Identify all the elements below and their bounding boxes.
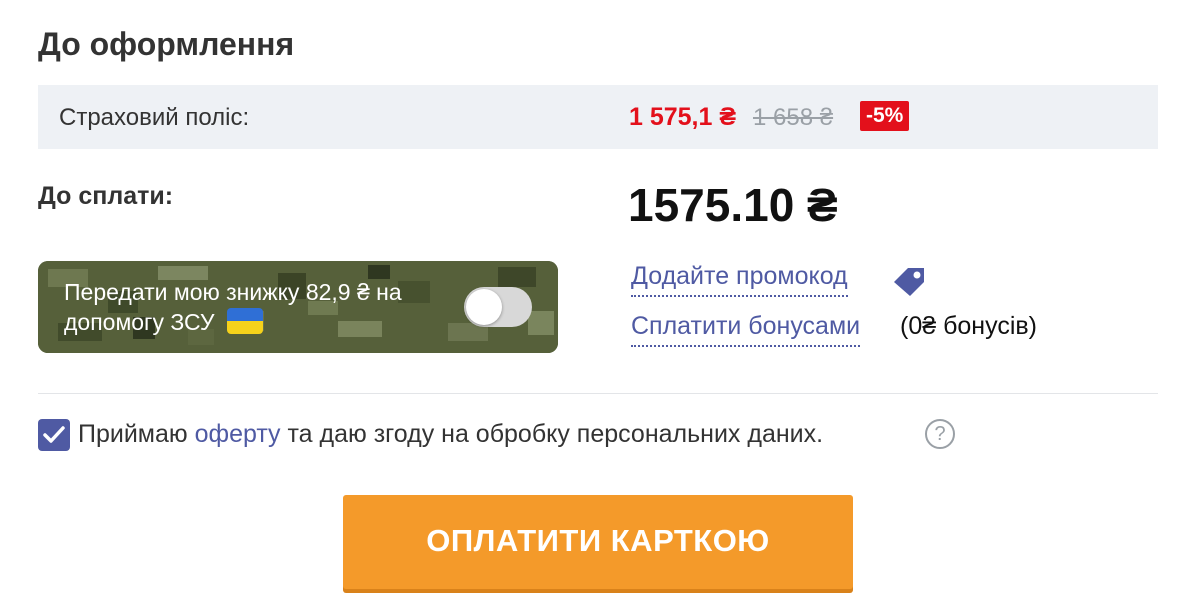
policy-label: Страховий поліс: [59,104,250,131]
policy-price-old: 1 658 ₴ [753,104,834,131]
help-icon[interactable]: ? [925,419,955,449]
tag-icon[interactable] [890,264,928,298]
consent-text: Приймаю оферту та даю згоду на обробку п… [78,420,824,448]
policy-price-new: 1 575,1 ₴ [629,103,737,131]
promo-code-link[interactable]: Додайте промокод [631,262,848,297]
checkmark-icon [43,426,65,443]
payment-label: До сплати: [38,182,174,210]
page-title: До оформлення [38,26,295,62]
donation-toggle[interactable] [464,287,532,327]
offer-link[interactable]: оферту [195,420,281,448]
pay-by-card-button[interactable]: ОПЛАТИТИ КАРТКОЮ [343,495,853,589]
ukraine-flag-icon [226,308,263,334]
toggle-knob [466,289,502,325]
pay-with-bonuses-link[interactable]: Сплатити бонусами [631,312,861,347]
donation-text: Передати мою знижку 82,9 ₴ на допомогу З… [64,279,402,335]
payment-total: 1575.10 ₴ [628,179,838,231]
divider [38,393,1158,394]
discount-badge: -5% [860,101,910,131]
bonus-count: (0₴ бонусів) [900,312,1037,340]
consent-checkbox[interactable] [38,419,70,451]
donation-box[interactable]: Передати мою знижку 82,9 ₴ на допомогу З… [38,261,558,353]
policy-row: Страховий поліс: 1 575,1 ₴ 1 658 ₴ -5% [38,85,1158,149]
